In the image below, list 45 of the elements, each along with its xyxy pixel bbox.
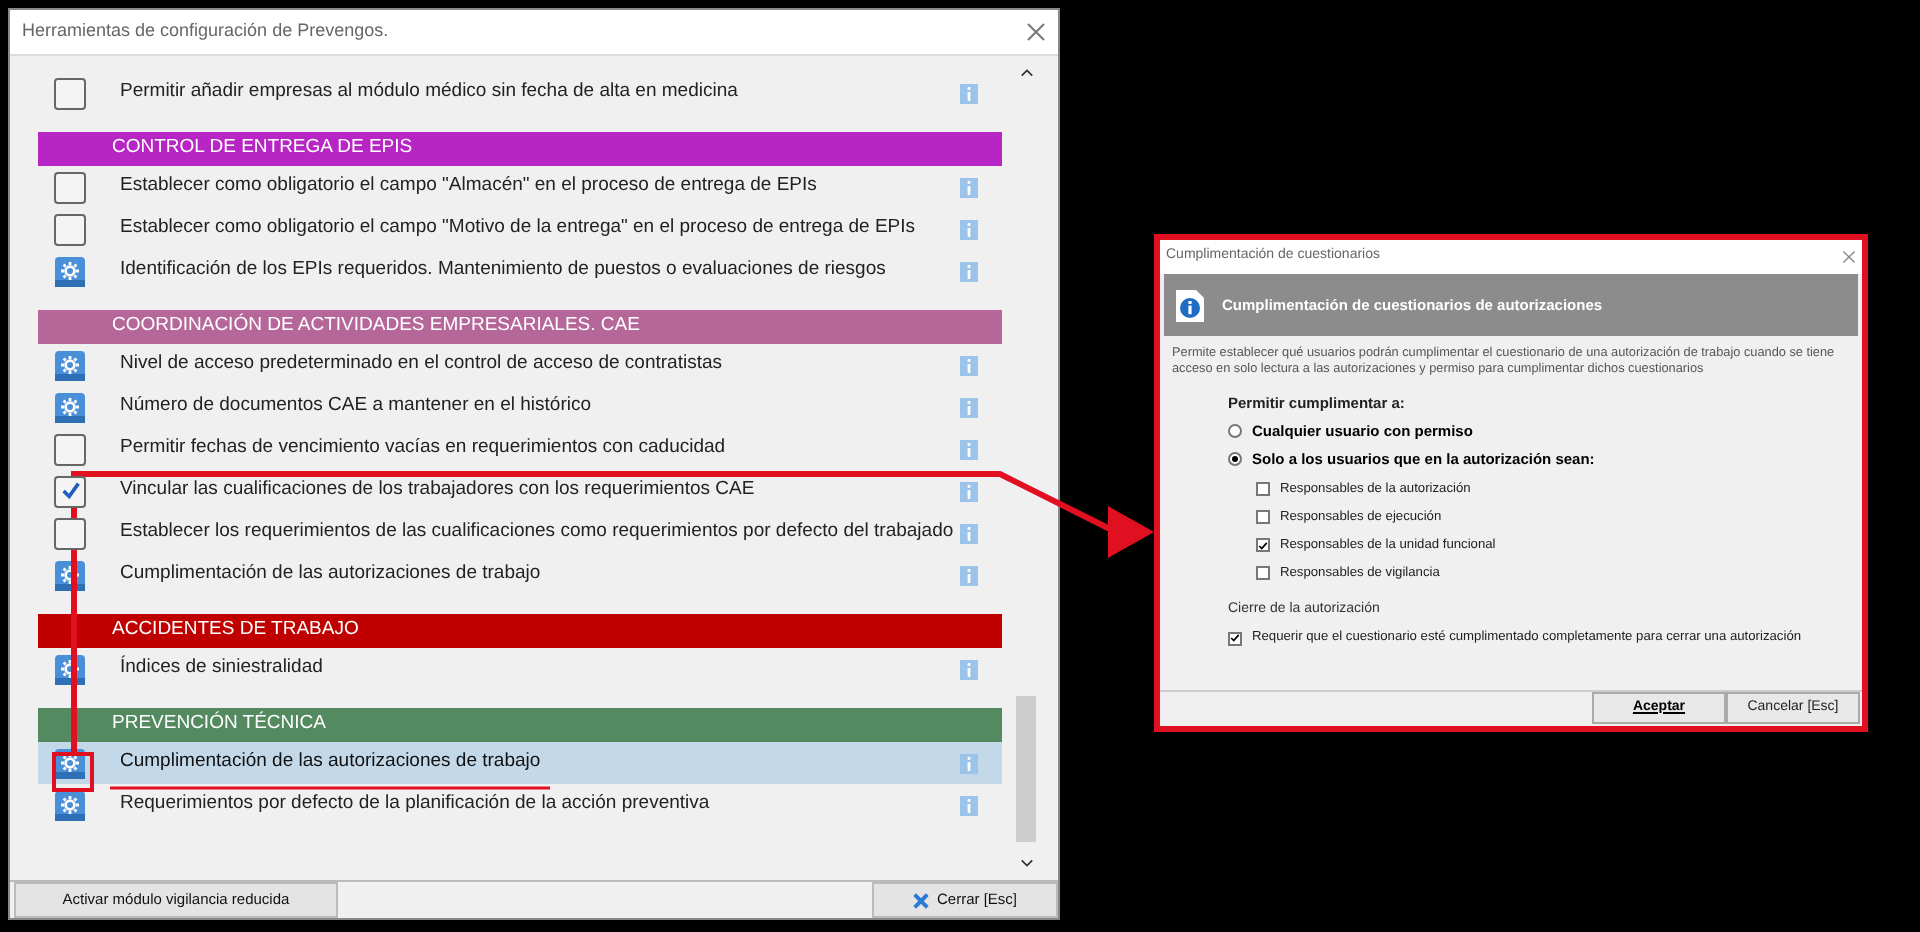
highlight-box <box>52 752 94 792</box>
scrollbar-thumb[interactable] <box>1016 696 1036 842</box>
settings-icon[interactable] <box>54 391 86 423</box>
scroll-up-icon[interactable] <box>1019 68 1033 78</box>
checkbox[interactable] <box>1256 538 1270 553</box>
window-title: Herramientas de configuración de Prevengos. <box>22 18 389 45</box>
setting-label[interactable]: Nivel de acceso predeterminado en el control de acceso de contratistas <box>120 350 960 380</box>
setting-label[interactable]: Permitir fechas de vencimiento vacías en requerimientos con caducidad <box>120 434 960 464</box>
setting-label[interactable]: Establecer como obligatorio el campo "Motivo de la entrega" en el proceso de entrega de EPIs <box>120 214 960 244</box>
setting-label[interactable]: Identificación de los EPIs requeridos. Mantenimiento de puestos o evaluaciones de riesgos <box>120 256 960 286</box>
scroll-down-icon[interactable] <box>1019 858 1033 868</box>
checkbox[interactable] <box>54 171 86 203</box>
checkbox[interactable] <box>54 475 86 507</box>
setting-label[interactable]: Vincular las cualificaciones de los trabajadores con los requerimientos CAE <box>120 476 960 506</box>
setting-label[interactable]: Establecer los requerimientos de las cualificaciones como requerimientos por defecto del trabajado <box>120 518 960 548</box>
section-header: PREVENCIÓN TÉCNICA <box>38 708 1002 742</box>
section-header: COORDINACIÓN DE ACTIVIDADES EMPRESARIALES. CAE <box>38 310 1002 344</box>
selected-row[interactable]: Cumplimentación de las autorizaciones de trabajo <box>38 742 1002 784</box>
setting-label[interactable]: Cumplimentación de las autorizaciones de trabajo <box>120 748 960 778</box>
setting-label[interactable]: Establecer como obligatorio el campo "Almacén" en el proceso de entrega de EPIs <box>120 172 960 202</box>
checkbox[interactable] <box>54 517 86 549</box>
setting-label[interactable]: Permitir añadir empresas al módulo médico sin fecha de alta en medicina <box>120 78 960 108</box>
checkbox[interactable] <box>54 77 86 109</box>
radio-button[interactable] <box>1228 452 1242 467</box>
setting-label[interactable]: Índices de siniestralidad <box>120 654 960 684</box>
close-icon[interactable] <box>1842 250 1856 264</box>
settings-icon[interactable] <box>54 789 86 821</box>
settings-icon[interactable] <box>54 255 86 287</box>
setting-label[interactable]: Requerimientos por defecto de la planificación de la acción preventiva <box>120 790 960 820</box>
radio-button[interactable] <box>1228 424 1242 439</box>
setting-label[interactable]: Número de documentos CAE a mantener en el histórico <box>120 392 960 422</box>
close-icon <box>912 891 931 909</box>
section-header: CONTROL DE ENTREGA DE EPIS <box>38 132 1002 166</box>
check-icon <box>59 480 81 502</box>
checkbox[interactable] <box>1256 510 1270 525</box>
close-icon[interactable] <box>1026 22 1046 42</box>
checkbox[interactable] <box>54 433 86 465</box>
checkbox[interactable] <box>54 213 86 245</box>
section-header: ACCIDENTES DE TRABAJO <box>38 614 1002 648</box>
settings-icon[interactable] <box>54 349 86 381</box>
info-icon <box>1176 289 1204 321</box>
checkbox[interactable] <box>1256 482 1270 497</box>
checkbox[interactable] <box>1228 631 1242 646</box>
setting-label[interactable]: Cumplimentación de las autorizaciones de trabajo <box>120 560 960 590</box>
checkbox[interactable] <box>1256 566 1270 581</box>
